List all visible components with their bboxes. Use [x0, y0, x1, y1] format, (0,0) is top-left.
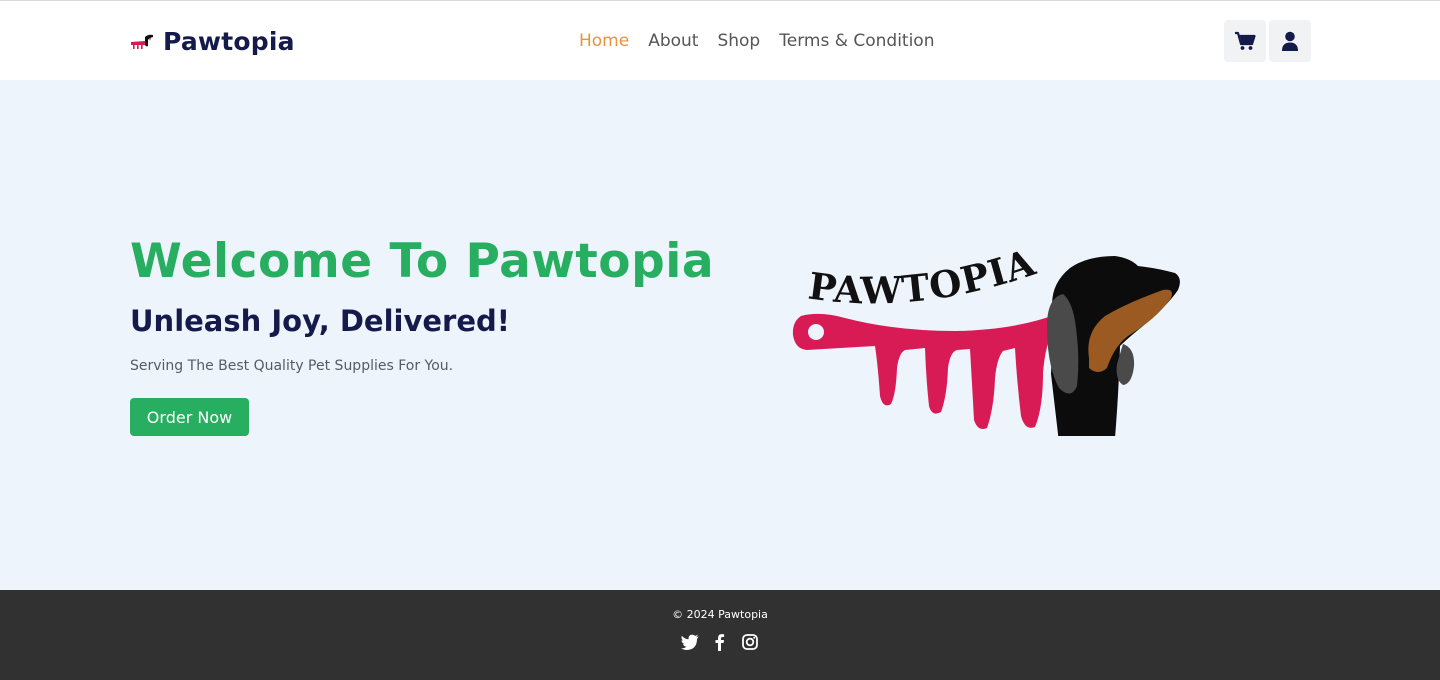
pawtopia-logo-illustration: PAWTOPIA: [792, 240, 1180, 436]
nav-about[interactable]: About: [648, 29, 698, 53]
hero-tagline: Serving The Best Quality Pet Supplies Fo…: [130, 358, 454, 374]
facebook-icon: [715, 634, 725, 651]
instagram-icon: [742, 634, 758, 650]
brand[interactable]: Pawtopia: [130, 23, 295, 59]
user-icon: [1282, 31, 1298, 51]
hero-section: Welcome To Pawtopia Unleash Joy, Deliver…: [0, 80, 1440, 590]
site-header: Pawtopia Home About Shop Terms & Conditi…: [0, 0, 1440, 80]
logo-arch-text: PAWTOPIA: [806, 240, 1042, 313]
order-now-button[interactable]: Order Now: [130, 398, 249, 436]
hero-subtitle: Unleash Joy, Delivered!: [130, 304, 511, 338]
comb-body: [792, 313, 1057, 429]
twitter-icon: [681, 634, 699, 650]
comb-hole-left: [808, 324, 824, 340]
instagram-link[interactable]: [740, 632, 760, 652]
facebook-link[interactable]: [710, 632, 730, 652]
copyright-text: © 2024 Pawtopia: [672, 608, 768, 621]
nav-home[interactable]: Home: [579, 29, 629, 53]
nav-shop[interactable]: Shop: [717, 29, 760, 53]
user-button[interactable]: [1269, 20, 1311, 62]
hero-title: Welcome To Pawtopia: [130, 234, 715, 289]
cart-icon: [1235, 31, 1256, 50]
brand-name: Pawtopia: [163, 26, 295, 56]
brand-logo-icon: [131, 34, 153, 49]
nav-terms[interactable]: Terms & Condition: [779, 29, 934, 53]
twitter-link[interactable]: [680, 632, 700, 652]
site-footer: © 2024 Pawtopia: [0, 590, 1440, 680]
social-links: [680, 632, 770, 652]
cart-button[interactable]: [1224, 20, 1266, 62]
main-nav: Home About Shop Terms & Condition: [579, 29, 953, 53]
